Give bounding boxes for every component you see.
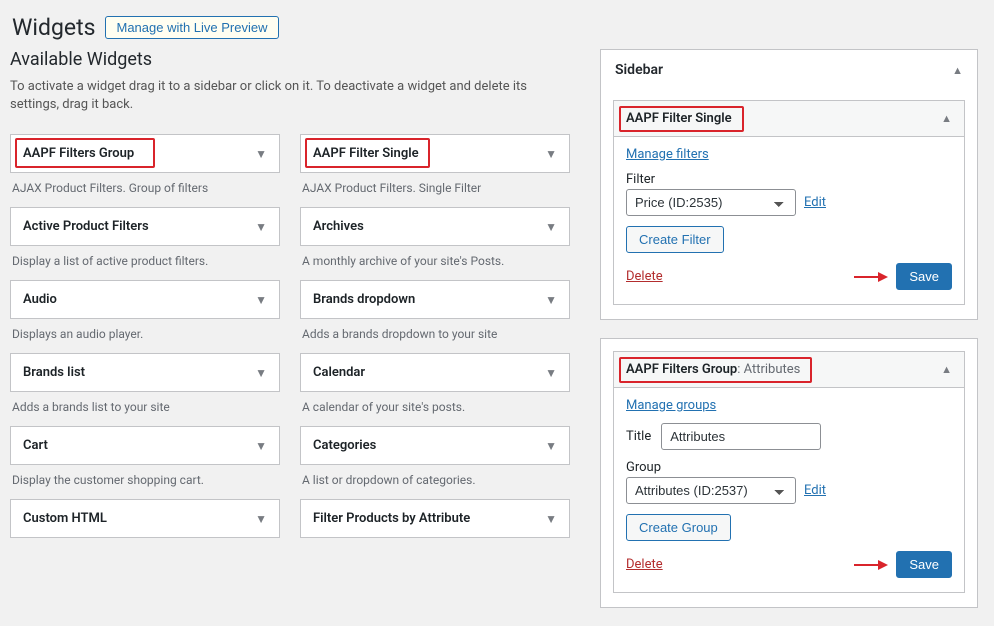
widget-aapf-filters-group: AAPF Filters Group: Attributes ▲ Manage … xyxy=(613,351,965,593)
create-filter-button[interactable]: Create Filter xyxy=(626,226,724,253)
widget-description: AJAX Product Filters. Group of filters xyxy=(10,173,280,195)
available-widget: Filter Products by Attribute ▼ xyxy=(300,499,570,538)
filter-select[interactable]: Price (ID:2535) xyxy=(626,189,796,216)
widget-name: Archives xyxy=(313,219,364,234)
sidebar-area-header[interactable]: Sidebar ▲ xyxy=(601,50,977,90)
chevron-down-icon: ▼ xyxy=(545,366,557,380)
widget-handle[interactable]: Calendar ▼ xyxy=(300,353,570,392)
chevron-down-icon: ▼ xyxy=(545,220,557,234)
widget-name: Cart xyxy=(23,438,48,453)
widget-handle[interactable]: Brands list ▼ xyxy=(10,353,280,392)
group-label: Group xyxy=(626,460,952,475)
create-group-button[interactable]: Create Group xyxy=(626,514,731,541)
save-button[interactable]: Save xyxy=(896,551,952,578)
widget-handle[interactable]: Cart ▼ xyxy=(10,426,280,465)
available-widget: Active Product Filters ▼ Display a list of… xyxy=(10,207,280,268)
widget-name: Brands dropdown xyxy=(313,292,415,307)
widget-handle[interactable]: Archives ▼ xyxy=(300,207,570,246)
widget-description: A monthly archive of your site's Posts. xyxy=(300,246,570,268)
widget-name: Custom HTML xyxy=(23,511,107,526)
available-widget: AAPF Filters Group ▼ AJAX Product Filters.… xyxy=(10,134,280,195)
sidebar-area-title: Sidebar xyxy=(615,62,663,78)
widget-description: Adds a brands dropdown to your site xyxy=(300,319,570,341)
widget-description: Display a list of active product filters… xyxy=(10,246,280,268)
chevron-down-icon: ▼ xyxy=(255,366,267,380)
widget-header[interactable]: AAPF Filters Group: Attributes ▲ xyxy=(614,352,964,388)
available-widget: Categories ▼ A list or dropdown of categor… xyxy=(300,426,570,487)
widget-handle[interactable]: Categories ▼ xyxy=(300,426,570,465)
collapse-icon: ▲ xyxy=(941,363,952,376)
delete-widget-link[interactable]: Delete xyxy=(626,269,663,284)
widget-handle[interactable]: Audio ▼ xyxy=(10,280,280,319)
chevron-down-icon: ▼ xyxy=(255,147,267,161)
available-widgets-desc: To activate a widget drag it to a sideba… xyxy=(10,78,550,114)
widget-name: AAPF Filters Group xyxy=(23,146,134,161)
widget-aapf-filter-single: AAPF Filter Single ▲ Manage filters Filt… xyxy=(613,100,965,305)
annotation-arrow-icon xyxy=(854,558,888,572)
chevron-down-icon: ▼ xyxy=(545,439,557,453)
chevron-down-icon: ▼ xyxy=(255,220,267,234)
collapse-icon: ▲ xyxy=(952,64,963,77)
widget-header[interactable]: AAPF Filter Single ▲ xyxy=(614,101,964,137)
widget-description: Displays an audio player. xyxy=(10,319,280,341)
widget-handle[interactable]: Custom HTML ▼ xyxy=(10,499,280,538)
group-select[interactable]: Attributes (ID:2537) xyxy=(626,477,796,504)
widget-description: A list or dropdown of categories. xyxy=(300,465,570,487)
widget-name: AAPF Filter Single xyxy=(313,146,419,161)
widget-handle[interactable]: AAPF Filters Group ▼ xyxy=(10,134,280,173)
chevron-down-icon: ▼ xyxy=(255,293,267,307)
title-label: Title xyxy=(626,429,651,444)
chevron-down-icon: ▼ xyxy=(255,439,267,453)
chevron-down-icon: ▼ xyxy=(545,293,557,307)
widget-title: AAPF Filter Single xyxy=(626,111,732,126)
widget-handle[interactable]: AAPF Filter Single ▼ xyxy=(300,134,570,173)
widget-name: Categories xyxy=(313,438,376,453)
available-widget: AAPF Filter Single ▼ AJAX Product Filters.… xyxy=(300,134,570,195)
live-preview-button[interactable]: Manage with Live Preview xyxy=(105,16,278,39)
available-widget: Archives ▼ A monthly archive of your site'… xyxy=(300,207,570,268)
widget-description: Display the customer shopping cart. xyxy=(10,465,280,487)
widget-name: Filter Products by Attribute xyxy=(313,511,470,526)
title-input[interactable] xyxy=(661,423,821,450)
available-widgets-grid: AAPF Filters Group ▼ AJAX Product Filters.… xyxy=(10,134,570,550)
available-widget: Calendar ▼ A calendar of your site's posts… xyxy=(300,353,570,414)
collapse-icon: ▲ xyxy=(941,112,952,125)
page-header: Widgets Manage with Live Preview xyxy=(0,0,994,49)
sidebar-area-continued: AAPF Filters Group: Attributes ▲ Manage … xyxy=(600,338,978,608)
manage-groups-link[interactable]: Manage groups xyxy=(626,398,716,413)
widget-name: Active Product Filters xyxy=(23,219,149,234)
chevron-down-icon: ▼ xyxy=(255,512,267,526)
filter-label: Filter xyxy=(626,172,952,187)
widget-title: AAPF Filters Group: Attributes xyxy=(626,362,800,377)
widget-name: Calendar xyxy=(313,365,365,380)
manage-filters-link[interactable]: Manage filters xyxy=(626,147,709,162)
widget-name: Audio xyxy=(23,292,57,307)
available-widget: Brands list ▼ Adds a brands list to your s… xyxy=(10,353,280,414)
edit-group-link[interactable]: Edit xyxy=(804,483,826,498)
widget-description: A calendar of your site's posts. xyxy=(300,392,570,414)
sidebar-area: Sidebar ▲ AAPF Filter Single ▲ Manage fi… xyxy=(600,49,978,320)
widget-handle[interactable]: Filter Products by Attribute ▼ xyxy=(300,499,570,538)
available-widget: Audio ▼ Displays an audio player. xyxy=(10,280,280,341)
edit-filter-link[interactable]: Edit xyxy=(804,195,826,210)
available-widget: Brands dropdown ▼ Adds a brands dropdown t… xyxy=(300,280,570,341)
save-button[interactable]: Save xyxy=(896,263,952,290)
widget-name: Brands list xyxy=(23,365,85,380)
available-widget: Cart ▼ Display the customer shopping cart. xyxy=(10,426,280,487)
widget-handle[interactable]: Brands dropdown ▼ xyxy=(300,280,570,319)
available-widget: Custom HTML ▼ xyxy=(10,499,280,538)
annotation-arrow-icon xyxy=(854,270,888,284)
chevron-down-icon: ▼ xyxy=(545,512,557,526)
widget-description: Adds a brands list to your site xyxy=(10,392,280,414)
widget-handle[interactable]: Active Product Filters ▼ xyxy=(10,207,280,246)
page-title: Widgets xyxy=(12,14,95,41)
chevron-down-icon: ▼ xyxy=(545,147,557,161)
available-widgets-heading: Available Widgets xyxy=(10,49,570,70)
widget-description: AJAX Product Filters. Single Filter xyxy=(300,173,570,195)
delete-widget-link[interactable]: Delete xyxy=(626,557,663,572)
